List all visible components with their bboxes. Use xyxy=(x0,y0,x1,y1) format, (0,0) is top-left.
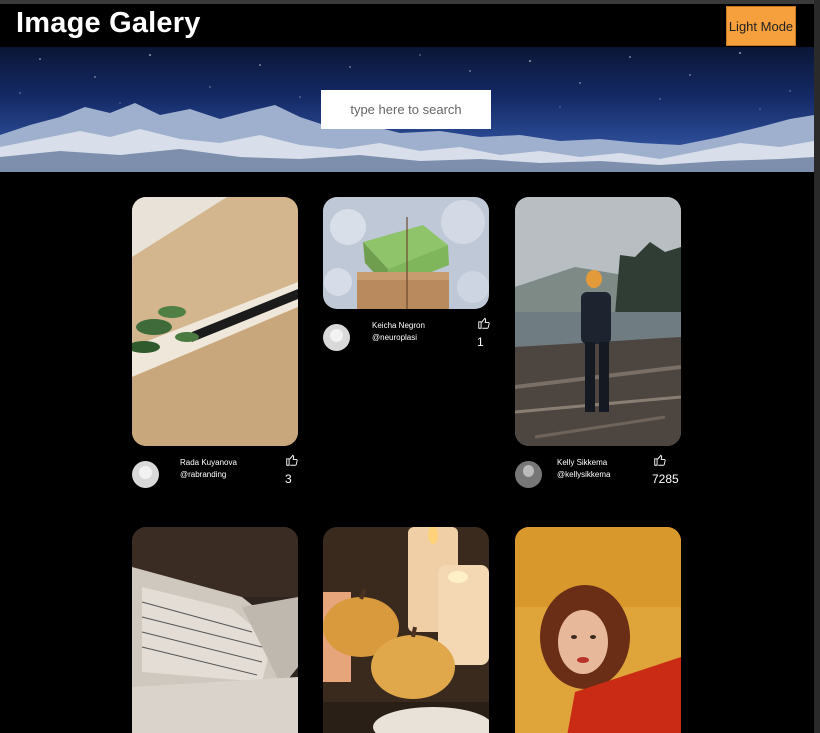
light-mode-button[interactable]: Light Mode xyxy=(726,6,796,46)
search-input[interactable] xyxy=(321,90,491,129)
thumbs-up-icon[interactable] xyxy=(477,316,491,330)
window-frame-right xyxy=(814,0,820,733)
thumbs-up-icon[interactable] xyxy=(653,453,667,467)
like-count: 7285 xyxy=(652,472,679,486)
plant-shelf-photo xyxy=(132,197,298,446)
lake-woman-photo xyxy=(515,197,681,446)
like-count: 1 xyxy=(477,335,484,349)
pillows-photo xyxy=(132,527,298,733)
app-header: Image Galery Light Mode xyxy=(0,4,814,47)
user-avatar-icon xyxy=(132,461,159,488)
gallery-image-gift-boxes[interactable] xyxy=(323,197,489,309)
card-handle[interactable]: @neuroplasi xyxy=(372,332,417,344)
card-username: Keicha Negron xyxy=(372,321,425,330)
gallery-image-lake-woman[interactable] xyxy=(515,197,681,446)
pumpkins-candles-photo xyxy=(323,527,489,733)
thumbs-up-icon[interactable] xyxy=(285,453,299,467)
user-avatar-icon xyxy=(323,324,350,351)
gallery-image-woman-red-sweater[interactable] xyxy=(515,527,681,733)
woman-red-sweater-photo xyxy=(515,527,681,733)
hero-banner xyxy=(0,47,814,172)
card-username: Kelly Sikkema xyxy=(557,458,608,467)
gallery-image-pumpkins-candles[interactable] xyxy=(323,527,489,733)
gallery-image-plant-shelf[interactable] xyxy=(132,197,298,446)
user-avatar-icon xyxy=(515,461,542,488)
gift-boxes-photo xyxy=(323,197,489,309)
card-handle[interactable]: @rabranding xyxy=(180,469,226,481)
page-title: Image Galery xyxy=(16,7,201,39)
gallery-image-pillows[interactable] xyxy=(132,527,298,733)
card-username: Rada Kuyanova xyxy=(180,458,237,467)
like-count: 3 xyxy=(285,472,292,486)
card-handle[interactable]: @kellysikkema xyxy=(557,469,610,481)
